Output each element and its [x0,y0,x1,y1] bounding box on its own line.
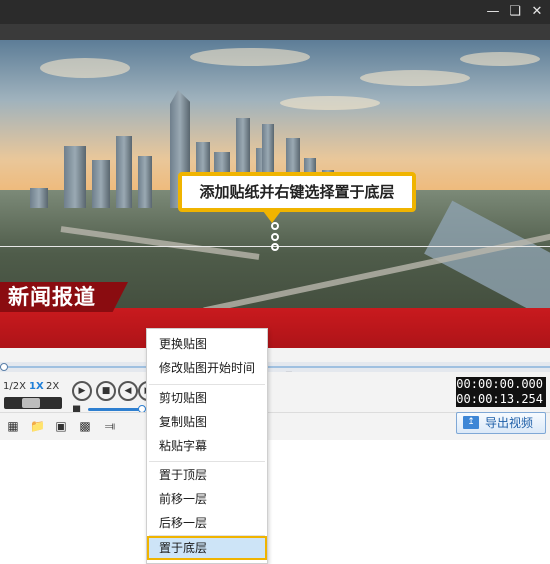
menu-separator [149,461,265,462]
volume-icon[interactable]: ◼ [72,402,81,415]
share-icon[interactable]: ⫥ [103,419,117,433]
news-banner-bar [0,308,550,348]
current-time: 00:00:00.000 [456,377,546,392]
video-preview[interactable]: 新闻报道 添加贴纸并右键选择置于底层 [0,40,550,348]
speed-half[interactable]: 1/2X [3,381,26,392]
save-as-icon[interactable]: ▩ [78,419,92,433]
skyline-building [116,136,132,208]
sticker-handle[interactable] [271,233,279,241]
restore-icon[interactable]: ❏ [504,0,526,24]
menu-item-send-backward[interactable]: 后移一层 [147,511,267,535]
timeline-playhead[interactable] [0,363,8,371]
menu-item-paste-subtitle[interactable]: 粘贴字幕 [147,434,267,458]
stop-icon[interactable]: ■ [96,381,116,401]
cloud [190,48,310,66]
news-title-text: 新闻报道 [8,285,96,309]
sticker-handle[interactable] [271,222,279,230]
skyline-building [138,156,152,208]
menu-item-replace-sticker[interactable]: 更换贴图 [147,332,267,356]
context-menu: 更换贴图 修改贴图开始时间 剪切贴图 复制贴图 粘贴字幕 置于顶层 前移一层 后… [146,328,268,564]
preview-top-strip [0,24,550,40]
minimize-icon[interactable]: — [482,0,504,24]
export-label: 导出视频 [485,416,534,430]
save-icon[interactable]: ▣ [54,419,68,433]
play-icon[interactable]: ▶ [72,381,92,401]
cloud [280,96,380,110]
cloud [360,70,470,86]
sticker-handle[interactable] [271,243,279,251]
export-icon: ↥ [463,416,479,429]
menu-item-bring-to-front[interactable]: 置于顶层 [147,463,267,487]
speed-double[interactable]: 2X [46,381,59,392]
speed-slider-thumb[interactable] [22,398,40,408]
menu-item-cut-sticker[interactable]: 剪切贴图 [147,386,267,410]
video-editor-window: — ❏ ✕ 新闻报道 添加贴纸并右键选择置于底层 1/2X 1X 2X ▶ ■ … [0,0,550,440]
volume-slider[interactable] [88,408,142,411]
menu-item-send-to-back[interactable]: 置于底层 [147,536,267,560]
skyline-building [92,160,110,208]
sticker-callout[interactable]: 添加贴纸并右键选择置于底层 [178,172,416,212]
title-bar: — ❏ ✕ [0,0,550,24]
open-folder-icon[interactable]: 📁 [30,419,45,433]
menu-item-bring-forward[interactable]: 前移一层 [147,487,267,511]
cloud [40,58,130,78]
skyline-building [30,188,48,208]
menu-item-copy-sticker[interactable]: 复制贴图 [147,410,267,434]
speed-normal[interactable]: 1X [29,381,44,392]
callout-pointer [263,211,281,223]
menu-separator [149,384,265,385]
cloud [460,52,540,66]
timeline-progress [0,366,550,368]
total-time: 00:00:13.254 [456,392,546,407]
menu-item-edit-start-time[interactable]: 修改贴图开始时间 [147,356,267,380]
skyline-building [64,146,86,208]
news-title-label: 新闻报道 [0,282,128,312]
new-project-icon[interactable]: ▦ [6,419,20,433]
close-icon[interactable]: ✕ [526,0,548,24]
prev-frame-icon[interactable]: ◀ [118,381,138,401]
